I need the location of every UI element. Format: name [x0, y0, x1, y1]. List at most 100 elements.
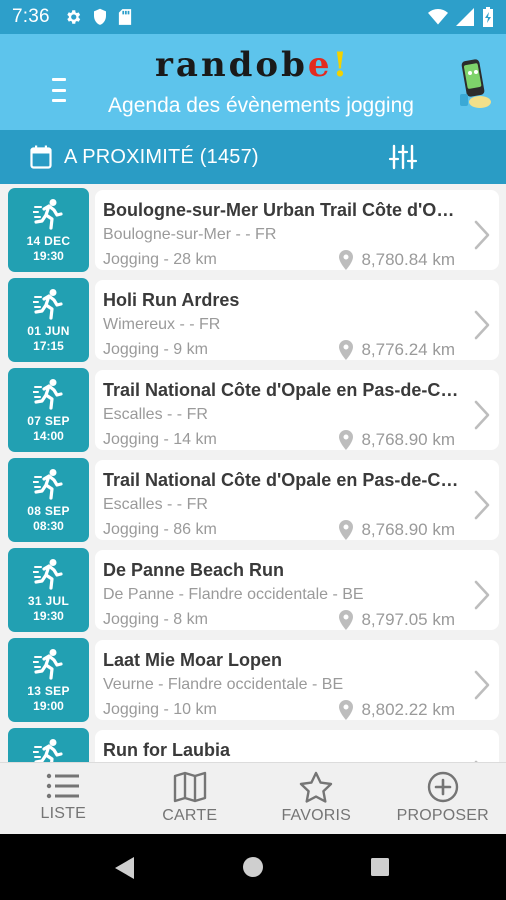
event-location: Boulogne-sur-Mer - - FR: [103, 226, 277, 243]
event-day: 13 SEP: [27, 684, 70, 698]
nav-proposer[interactable]: PROPOSER: [380, 763, 506, 834]
location-pin-icon: [339, 340, 354, 360]
map-icon: [173, 771, 206, 803]
runner-icon: [32, 199, 63, 230]
chevron-right-icon: [474, 310, 490, 340]
runner-icon: [32, 469, 63, 500]
event-title: Run for Laubia: [103, 740, 230, 760]
nav-label: PROPOSER: [396, 807, 489, 824]
event-row: 31 JUL 19:30 De Panne Beach Run De Panne…: [0, 544, 506, 632]
event-day: 14 DEC: [26, 234, 71, 248]
phone-mascot-icon[interactable]: [456, 56, 492, 110]
event-time: 19:00: [33, 699, 64, 713]
app-header: randobe! Agenda des évènements jogging: [0, 34, 506, 130]
list-icon: [47, 773, 80, 799]
event-row: 13 SEP 19:00 Laat Mie Moar Lopen Veurne …: [0, 634, 506, 722]
event-row: Run for Laubia: [0, 724, 506, 762]
event-date-badge[interactable]: [8, 728, 89, 762]
event-distance: 8,802.22 km: [339, 700, 455, 720]
event-card[interactable]: Trail National Côte d'Opale en Pas-de-Ca…: [95, 370, 499, 450]
header-subtitle: Agenda des évènements jogging: [108, 94, 414, 117]
chevron-right-icon: [474, 220, 490, 250]
event-time: 08:30: [33, 519, 64, 533]
event-distance-value: 8,776.24 km: [361, 340, 455, 359]
event-sport: Jogging - 14 km: [103, 431, 217, 448]
nav-favoris[interactable]: FAVORIS: [253, 763, 380, 834]
event-distance: 8,780.84 km: [339, 250, 455, 270]
event-card[interactable]: Trail National Côte d'Opale en Pas-de-Ca…: [95, 460, 499, 540]
calendar-icon: [30, 145, 52, 169]
event-date-badge[interactable]: 13 SEP 19:00: [8, 638, 89, 722]
nav-carte[interactable]: CARTE: [127, 763, 254, 834]
event-day: 07 SEP: [27, 414, 70, 428]
event-time: 17:15: [33, 339, 64, 353]
location-pin-icon: [339, 250, 354, 270]
event-distance-value: 8,797.05 km: [361, 610, 455, 629]
runner-icon: [32, 649, 63, 680]
chevron-right-icon: [474, 490, 490, 520]
event-card[interactable]: Run for Laubia: [95, 730, 499, 762]
star-icon: [300, 771, 333, 803]
event-title: De Panne Beach Run: [103, 560, 285, 580]
event-title: Holi Run Ardres: [103, 290, 240, 310]
settings-icon: [67, 10, 80, 24]
system-nav-bar: [0, 834, 506, 900]
event-card[interactable]: Laat Mie Moar Lopen Veurne - Flandre occ…: [95, 640, 499, 720]
event-sport: Jogging - 86 km: [103, 521, 217, 538]
event-day: 31 JUL: [27, 594, 70, 608]
filter-settings-icon[interactable]: [388, 142, 418, 172]
location-pin-icon: [339, 520, 354, 540]
menu-line: [52, 88, 66, 92]
runner-icon: [32, 379, 63, 410]
event-row: 08 SEP 08:30 Trail National Côte d'Opale…: [0, 454, 506, 542]
event-date-badge[interactable]: 14 DEC 19:30: [8, 188, 89, 272]
home-icon[interactable]: [242, 856, 264, 878]
location-pin-icon: [339, 700, 354, 720]
event-location: Escalles - - FR: [103, 496, 208, 513]
event-row: 07 SEP 14:00 Trail National Côte d'Opale…: [0, 364, 506, 452]
event-title: Trail National Côte d'Opale en Pas-de-Ca…: [103, 380, 463, 400]
sd-card-icon: [118, 9, 131, 25]
bottom-nav: LISTE CARTE FAVORIS PROPOSER: [0, 762, 506, 834]
event-distance-value: 8,768.90 km: [361, 430, 455, 449]
event-title: Laat Mie Moar Lopen: [103, 650, 283, 670]
event-time: 19:30: [33, 249, 64, 263]
event-day: 08 SEP: [27, 504, 70, 518]
recents-icon[interactable]: [370, 857, 390, 877]
nav-label: CARTE: [162, 807, 218, 824]
add-circle-icon: [427, 771, 458, 803]
event-card[interactable]: Boulogne-sur-Mer Urban Trail Côte d'Opal…: [95, 190, 499, 270]
event-list[interactable]: 14 DEC 19:30 Boulogne-sur-Mer Urban Trai…: [0, 184, 506, 762]
event-date-badge[interactable]: 08 SEP 08:30: [8, 458, 89, 542]
location-pin-icon: [339, 430, 354, 450]
event-distance: 8,776.24 km: [339, 340, 455, 360]
event-row: 14 DEC 19:30 Boulogne-sur-Mer Urban Trai…: [0, 184, 506, 272]
event-distance-value: 8,780.84 km: [361, 250, 455, 269]
event-distance: 8,768.90 km: [339, 520, 455, 540]
menu-line: [52, 78, 66, 81]
event-date-badge[interactable]: 01 JUN 17:15: [8, 278, 89, 362]
event-card[interactable]: Holi Run Ardres Wimereux - - FR Jogging …: [95, 280, 499, 360]
event-distance: 8,797.05 km: [339, 610, 455, 630]
chevron-right-icon: [474, 580, 490, 610]
event-title: Trail National Côte d'Opale en Pas-de-Ca…: [103, 470, 463, 490]
event-location: Veurne - Flandre occidentale - BE: [103, 676, 344, 693]
event-card[interactable]: De Panne Beach Run De Panne - Flandre oc…: [95, 550, 499, 630]
nav-liste[interactable]: LISTE: [0, 763, 127, 834]
filter-label[interactable]: A PROXIMITÉ (1457): [64, 146, 259, 169]
shield-icon: [93, 8, 106, 25]
chevron-right-icon: [474, 400, 490, 430]
event-time: 14:00: [33, 429, 64, 443]
event-day: 01 JUN: [27, 324, 70, 338]
location-pin-icon: [339, 610, 354, 630]
event-date-badge[interactable]: 31 JUL 19:30: [8, 548, 89, 632]
event-sport: Jogging - 10 km: [103, 701, 217, 718]
app-logo: randobe!: [155, 45, 351, 85]
event-sport: Jogging - 28 km: [103, 251, 217, 268]
back-icon[interactable]: [114, 856, 136, 880]
event-time: 19:30: [33, 609, 64, 623]
event-date-badge[interactable]: 07 SEP 14:00: [8, 368, 89, 452]
event-distance-value: 8,802.22 km: [361, 700, 455, 719]
event-sport: Jogging - 8 km: [103, 611, 208, 628]
chevron-right-icon: [474, 670, 490, 700]
